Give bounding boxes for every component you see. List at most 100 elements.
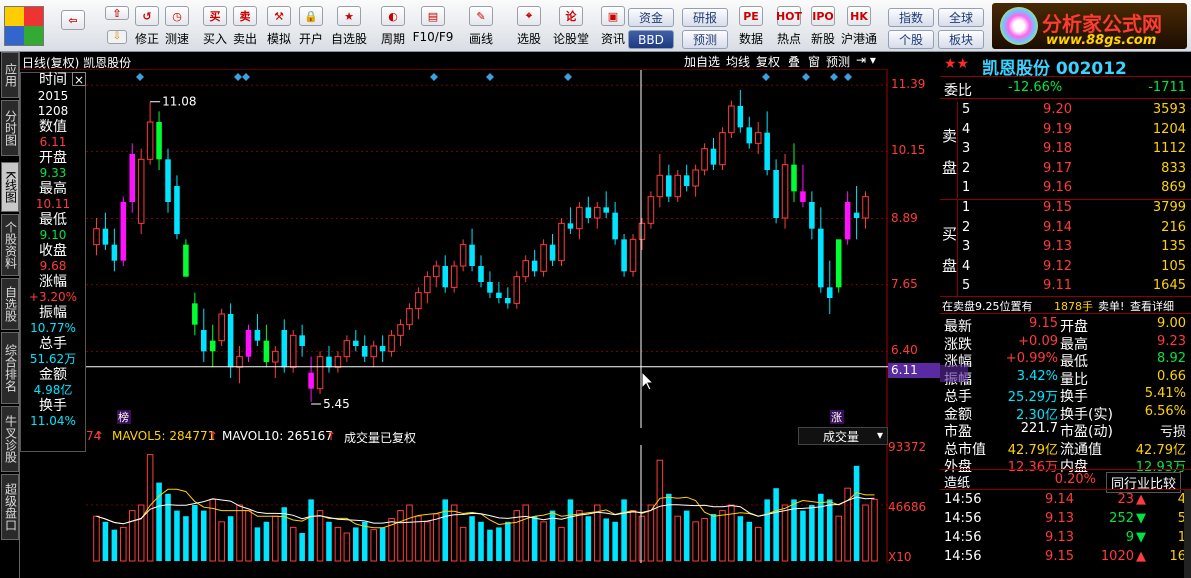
star-button[interactable]: ★ 自选股 — [331, 4, 367, 50]
close-info-icon[interactable]: × — [72, 72, 86, 87]
candle-body — [567, 223, 574, 229]
tick-count: 16 — [1169, 549, 1186, 564]
hammer-button[interactable]: ⚒ 模拟 — [262, 4, 296, 50]
side-tab-5[interactable]: 综合排名 — [1, 332, 19, 404]
pill-button-3[interactable]: 全球 — [938, 8, 984, 27]
pill-button-4[interactable]: BBD — [628, 30, 674, 49]
side-tab-0[interactable]: 应用 — [1, 52, 19, 98]
forum-button[interactable]: 论论股堂 — [553, 4, 589, 50]
ipo-button[interactable]: IPO 新股 — [806, 4, 840, 50]
side-tab-7[interactable]: 超级盘口 — [1, 474, 19, 540]
buy-level: 4 — [962, 258, 971, 274]
sell-level: 4 — [962, 121, 971, 137]
side-tab-label: K线图 — [3, 171, 18, 203]
add-favorite-button[interactable]: 加自选 — [684, 53, 720, 69]
candle-body — [540, 244, 547, 272]
sell-volume: 3593 — [1152, 102, 1186, 117]
side-tab-bar: 应用分时图 K线图个股资料自选股综合排名牛叉诊股超级盘口 — [0, 52, 20, 578]
candle-body — [308, 372, 314, 389]
candle-body — [701, 148, 708, 171]
volume-bar — [809, 505, 815, 561]
tick-count: 4 — [1177, 492, 1186, 507]
volume-bar — [469, 516, 475, 561]
rise-marker-label: 涨 — [831, 411, 842, 424]
buy-level: 2 — [962, 219, 971, 235]
candle-body — [800, 191, 806, 202]
pill-button-5[interactable]: 预测 — [682, 30, 728, 49]
buy-volume: 1645 — [1152, 278, 1186, 294]
pill-button-2[interactable]: 指数 — [888, 8, 934, 27]
chart-stock-name: 日线(复权) 凯恩股份 — [22, 56, 132, 70]
volume-bar — [764, 499, 770, 561]
scrollbar[interactable] — [1184, 490, 1191, 578]
side-tab-label: 自选股 — [3, 286, 18, 322]
hk-connect-button[interactable]: HK 沪港通 — [841, 4, 877, 50]
select-stock-button[interactable]: ⌖ 选股 — [512, 4, 546, 50]
candle-body — [254, 330, 261, 341]
lock-button[interactable]: 🔒 开户 — [294, 4, 328, 50]
candle-body — [227, 314, 234, 368]
buy-price: 9.11 — [1043, 278, 1072, 294]
kline-chart[interactable]: 11.08 5.45 榜 涨 — [86, 70, 888, 428]
buy-price: 9.15 — [1043, 200, 1072, 215]
restore-right-button[interactable]: 复权 — [756, 53, 780, 69]
candle-body — [120, 202, 127, 261]
candle-body — [781, 164, 789, 219]
candle-body — [192, 303, 198, 325]
hk-connect-icon: HK — [847, 6, 871, 26]
expand-panel-icon[interactable]: ⇥ ▾ — [856, 53, 876, 69]
side-tab-3[interactable]: 个股资料 — [1, 214, 19, 276]
volume-bar — [603, 518, 609, 561]
buy-volume: 135 — [1161, 239, 1186, 255]
stars-icon: ★★ — [944, 56, 970, 72]
hot-button[interactable]: HOT 热点 — [772, 4, 806, 50]
side-tab-1[interactable]: 分时图 — [1, 100, 19, 156]
view-detail-link[interactable]: 查看详细 — [1130, 298, 1174, 314]
buy-button[interactable]: 买买入 — [198, 4, 232, 50]
candle-body — [183, 244, 189, 277]
sell-price: 9.20 — [1043, 102, 1072, 117]
tick-volume: 252 — [1109, 511, 1134, 526]
volume-bar — [612, 521, 618, 561]
pill-button-7[interactable]: 板块 — [938, 30, 984, 49]
news-button[interactable]: ▣ 资讯 — [596, 4, 630, 50]
restore-label: 修正 — [134, 32, 159, 46]
side-tab-label: 牛叉诊股 — [3, 415, 18, 463]
volume-chart[interactable] — [86, 445, 888, 563]
indicator-select[interactable]: 成交量 ▾ — [798, 427, 888, 445]
side-tab-2[interactable]: K线图 — [1, 162, 19, 212]
clock-button[interactable]: ◷ 测速 — [160, 4, 194, 50]
buy-level: 1 — [962, 200, 971, 215]
buy-level: 5 — [962, 278, 971, 294]
f10-button[interactable]: ▤ F10/F9 — [413, 4, 453, 50]
restore-button[interactable]: ↺ 修正 — [130, 4, 164, 50]
candle-body — [862, 196, 869, 219]
ma-button[interactable]: 均线 — [726, 53, 750, 69]
info-value: 2015 — [37, 88, 69, 103]
window-button[interactable]: 窗 — [808, 53, 820, 69]
pill-button-0[interactable]: 资金 — [628, 8, 674, 27]
buy-price: 9.12 — [1043, 258, 1072, 274]
pill-button-1[interactable]: 研报 — [682, 8, 728, 27]
data-button[interactable]: PE 数据 — [734, 4, 768, 50]
pen-button[interactable]: ✎ 画线 — [464, 4, 498, 50]
brand-banner[interactable]: 分析家公式网 www.88gs.com — [992, 3, 1187, 49]
data-label: 数据 — [738, 32, 763, 46]
select-stock-icon: ⌖ — [517, 6, 541, 26]
sell-button[interactable]: 卖卖出 — [228, 4, 262, 50]
buy-label: 买入 — [202, 32, 227, 46]
overlay-button[interactable]: 叠 — [788, 53, 800, 69]
candle-body — [201, 330, 207, 352]
forecast-button[interactable]: 预测 — [826, 53, 850, 69]
candle-body — [621, 239, 627, 272]
period-button[interactable]: ◐ 周期 — [376, 4, 410, 50]
down-arrow-icon[interactable]: ⇩ — [107, 30, 127, 44]
pill-button-6[interactable]: 个股 — [888, 30, 934, 49]
sell-volume: 1112 — [1152, 141, 1186, 157]
side-tab-6[interactable]: 牛叉诊股 — [1, 406, 19, 472]
volume-bar — [683, 510, 690, 561]
vol-axis-top: 93372 — [888, 440, 927, 454]
app-logo-icon[interactable] — [4, 6, 44, 46]
back-arrow-button[interactable]: ⇦ — [56, 8, 90, 54]
side-tab-4[interactable]: 自选股 — [1, 278, 19, 330]
